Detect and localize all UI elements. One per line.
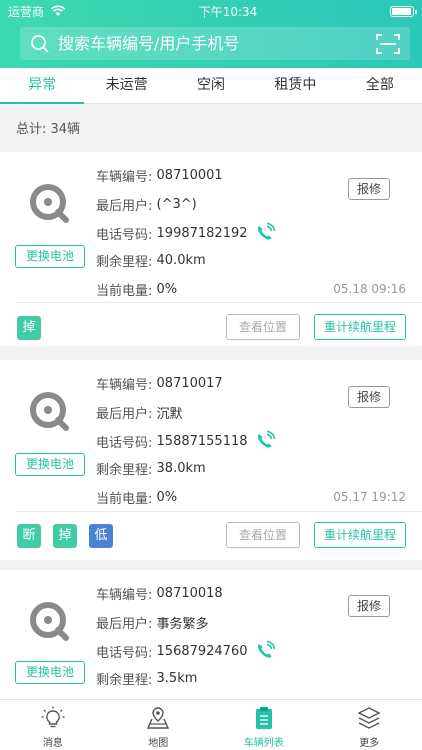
vehicle-no-value: 08710018 <box>156 586 223 601</box>
phone-label: 电话号码: <box>96 227 153 243</box>
swap-battery-button[interactable]: 更换电池 <box>15 661 85 684</box>
last-user-row: 最后用户: 沉默 <box>96 403 183 422</box>
vehicle-card: 更换电池 车辆编号: 08710001 最后用户: (^3^) 电话号码: 19… <box>0 152 422 346</box>
clock: 下午10:34 <box>198 4 258 19</box>
repair-button[interactable]: 报修 <box>348 386 390 408</box>
range-value: 38.0km <box>156 461 206 476</box>
vehicle-no-label: 车辆编号: <box>96 378 153 393</box>
map-icon <box>147 707 170 729</box>
vehicle-logo-icon <box>30 392 69 431</box>
phone-row: 电话号码: 15887155118 <box>96 430 276 452</box>
vehicle-logo-icon <box>30 602 69 641</box>
status-tabs: 异常 未运营 空闲 租赁中 全部 <box>0 68 422 104</box>
phone-call-icon[interactable] <box>254 222 276 244</box>
swap-battery-button[interactable]: 更换电池 <box>15 453 85 476</box>
phone-label: 电话号码: <box>96 645 153 661</box>
nav-label: 更多 <box>359 738 380 749</box>
last-user-value: (^3^) <box>156 197 197 212</box>
status-bar: 运营商 下午10:34 <box>0 0 422 22</box>
report-time: 05.18 09:16 <box>333 282 406 296</box>
nav-map[interactable]: 地图 <box>106 700 212 750</box>
vehicle-no-row: 车辆编号: 08710018 <box>96 584 223 603</box>
last-user-value: 事务繁多 <box>156 617 209 632</box>
card-divider <box>15 511 422 512</box>
battery-row: 当前电量: 0% <box>96 488 177 507</box>
battery-label: 当前电量: <box>96 284 153 299</box>
tab-abnormal[interactable]: 异常 <box>0 68 85 104</box>
battery-label: 当前电量: <box>96 492 153 507</box>
vehicle-no-value: 08710017 <box>156 376 223 391</box>
vehicle-no-row: 车辆编号: 08710001 <box>96 166 223 185</box>
battery-icon <box>389 5 417 17</box>
nav-label: 地图 <box>148 738 169 749</box>
repair-button[interactable]: 报修 <box>348 595 390 617</box>
recalc-range-button[interactable]: 重计续航里程 <box>314 522 406 548</box>
bottom-nav: 消息 地图 车辆列表 更多 <box>0 699 422 750</box>
nav-label: 消息 <box>42 738 63 749</box>
search-icon <box>31 34 49 53</box>
total-count: 总计: 34辆 <box>16 122 81 137</box>
wifi-icon <box>50 5 66 16</box>
vehicle-no-label: 车辆编号: <box>96 170 153 185</box>
range-value: 3.5km <box>156 671 198 686</box>
range-row: 剩余里程: 3.5km <box>96 669 197 688</box>
tab-all[interactable]: 全部 <box>338 68 422 103</box>
tag-dropped: 掉 <box>17 316 41 340</box>
phone-row: 电话号码: 15687924760 <box>96 640 276 662</box>
vehicle-no-value: 08710001 <box>156 168 223 183</box>
phone-call-icon[interactable] <box>254 640 276 662</box>
last-user-row: 最后用户: 事务繁多 <box>96 613 209 632</box>
lightbulb-icon <box>41 706 65 728</box>
search-input[interactable] <box>58 34 376 53</box>
range-row: 剩余里程: 38.0km <box>96 459 206 478</box>
report-time: 05.17 19:12 <box>333 490 406 504</box>
last-user-row: 最后用户: (^3^) <box>96 195 197 214</box>
view-location-button[interactable]: 查看位置 <box>226 314 300 340</box>
range-label: 剩余里程: <box>96 463 153 478</box>
tab-idle[interactable]: 空闲 <box>169 68 253 103</box>
last-user-label: 最后用户: <box>96 617 153 632</box>
vehicle-no-label: 车辆编号: <box>96 588 153 603</box>
vehicle-logo-icon <box>30 184 69 223</box>
tag-low-battery: 低 <box>89 524 113 548</box>
view-location-button[interactable]: 查看位置 <box>226 522 300 548</box>
tab-not-operating[interactable]: 未运营 <box>84 68 168 103</box>
range-value: 40.0km <box>156 253 206 268</box>
last-user-label: 最后用户: <box>96 407 153 422</box>
nav-more[interactable]: 更多 <box>317 700 422 750</box>
repair-button[interactable]: 报修 <box>348 178 390 200</box>
nav-label: 车辆列表 <box>243 738 284 749</box>
phone-call-icon[interactable] <box>254 430 276 452</box>
recalc-range-button[interactable]: 重计续航里程 <box>314 314 406 340</box>
layers-icon <box>357 707 381 729</box>
last-user-value: 沉默 <box>156 407 183 422</box>
range-row: 剩余里程: 40.0km <box>96 251 206 270</box>
phone-value: 15687924760 <box>156 643 248 659</box>
nav-vehicle-list[interactable]: 车辆列表 <box>211 700 317 750</box>
scan-icon[interactable] <box>376 33 400 55</box>
range-label: 剩余里程: <box>96 255 153 270</box>
vehicle-card: 更换电池 车辆编号: 08710018 最后用户: 事务繁多 电话号码: 156… <box>0 570 422 699</box>
tab-renting[interactable]: 租赁中 <box>253 68 337 103</box>
carrier-label: 运营商 <box>8 4 45 19</box>
battery-value: 0% <box>156 282 178 297</box>
phone-label: 电话号码: <box>96 435 153 451</box>
tag-disconnected: 断 <box>17 524 41 548</box>
phone-row: 电话号码: 19987182192 <box>96 222 276 244</box>
last-user-label: 最后用户: <box>96 199 153 214</box>
header: 运营商 下午10:34 <box>0 0 422 68</box>
battery-value: 0% <box>156 490 178 505</box>
swap-battery-button[interactable]: 更换电池 <box>15 245 85 268</box>
tag-dropped: 掉 <box>53 524 77 548</box>
battery-row: 当前电量: 0% <box>96 280 177 299</box>
range-label: 剩余里程: <box>96 673 153 688</box>
clipboard-list-icon <box>255 707 272 729</box>
vehicle-no-row: 车辆编号: 08710017 <box>96 374 223 393</box>
search-bar[interactable] <box>20 27 410 60</box>
phone-value: 15887155118 <box>156 433 248 449</box>
phone-value: 19987182192 <box>156 225 248 241</box>
vehicle-card: 更换电池 车辆编号: 08710017 最后用户: 沉默 电话号码: 15887… <box>0 360 422 560</box>
nav-messages[interactable]: 消息 <box>0 700 106 750</box>
card-divider <box>15 302 422 303</box>
